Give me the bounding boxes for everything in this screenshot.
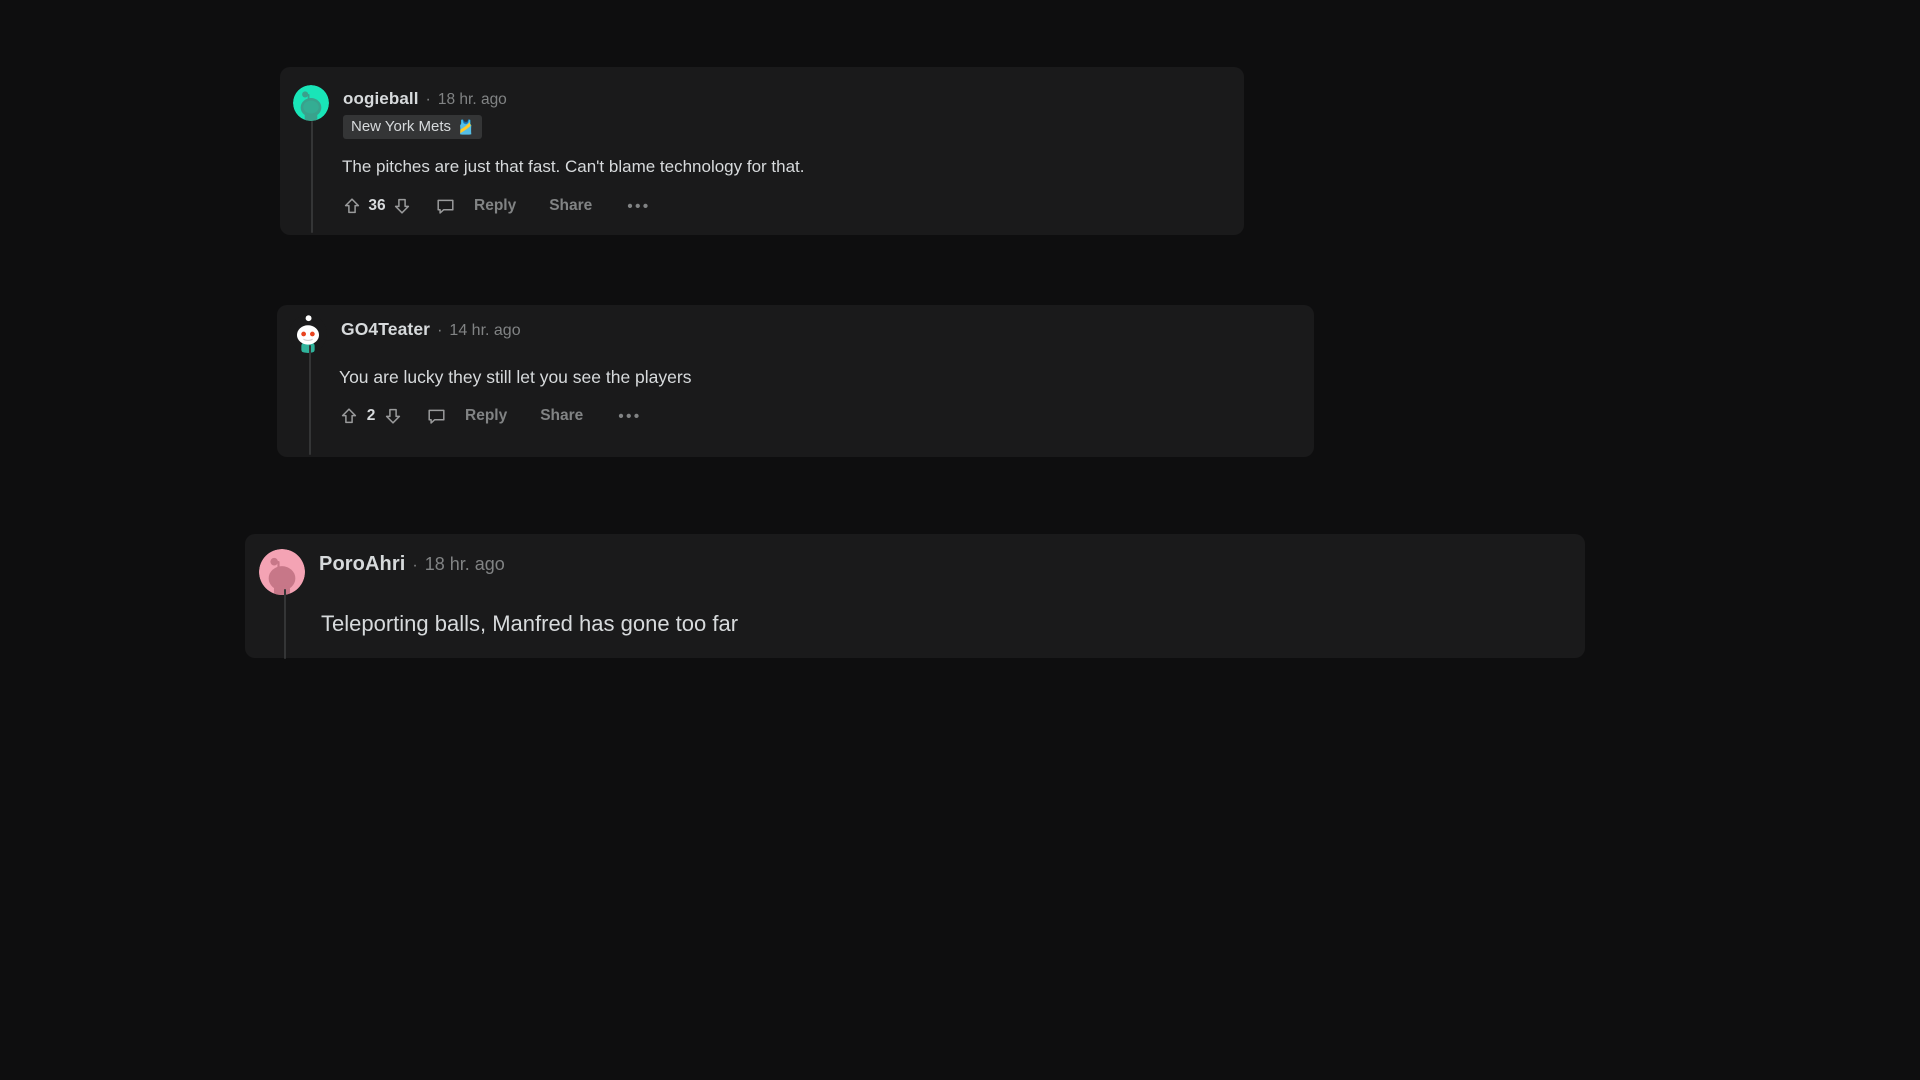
share-button[interactable]: Share (540, 407, 583, 425)
comment-action-bar: 2 Reply Share ••• (309, 390, 1314, 427)
comment-text: You are lucky they still let you see the… (339, 367, 692, 387)
comment-header: oogieball · 18 hr. ago New York Mets 🎽 (280, 67, 1244, 139)
comment-header: GO4Teater · 14 hr. ago (277, 305, 1314, 353)
thread-collapse-line[interactable] (311, 121, 313, 233)
overflow-menu-icon[interactable]: ••• (627, 198, 650, 215)
vote-score: 2 (366, 407, 376, 424)
author-line: oogieball · 18 hr. ago (343, 89, 507, 109)
username[interactable]: oogieball (343, 89, 419, 109)
comment-text: The pitches are just that fast. Can't bl… (342, 157, 805, 176)
thread-collapse-line[interactable] (309, 345, 311, 455)
comment-bubble-icon[interactable] (435, 196, 456, 217)
comment-meta: PoroAhri · 18 hr. ago (319, 549, 505, 576)
username[interactable]: GO4Teater (341, 319, 430, 340)
timestamp: 14 hr. ago (449, 322, 521, 339)
comment-meta: oogieball · 18 hr. ago New York Mets 🎽 (343, 85, 507, 139)
vote-group: 2 (339, 406, 403, 426)
comment-body-wrap: You are lucky they still let you see the… (309, 345, 1314, 455)
reddit-comment-thread: oogieball · 18 hr. ago New York Mets 🎽 T… (0, 0, 1920, 1080)
user-flair-badge: New York Mets 🎽 (343, 115, 483, 139)
timestamp: 18 hr. ago (437, 91, 507, 108)
snoo-avatar-pink[interactable] (259, 549, 305, 595)
comment-card-1[interactable]: oogieball · 18 hr. ago New York Mets 🎽 T… (280, 67, 1244, 235)
meta-separator: · (425, 91, 431, 108)
downvote-arrow-icon[interactable] (383, 406, 403, 426)
flair-emoji-icon: 🎽 (457, 118, 475, 135)
meta-separator: · (437, 322, 443, 339)
reply-button[interactable]: Reply (474, 197, 516, 215)
snoo-avatar-teal[interactable] (293, 85, 329, 121)
downvote-arrow-icon[interactable] (392, 196, 412, 216)
upvote-arrow-icon[interactable] (339, 406, 359, 426)
comment-bubble-icon[interactable] (426, 406, 447, 427)
share-button[interactable]: Share (549, 197, 592, 215)
comment-body-wrap: The pitches are just that fast. Can't bl… (311, 121, 1244, 233)
timestamp: 18 hr. ago (424, 554, 505, 574)
overflow-menu-icon[interactable]: ••• (618, 408, 641, 425)
comment-card-3[interactable]: PoroAhri · 18 hr. ago Teleporting balls,… (245, 534, 1585, 659)
snoo-avatar-white[interactable] (289, 315, 327, 353)
author-line: PoroAhri · 18 hr. ago (319, 553, 505, 576)
vote-group: 36 (342, 196, 412, 216)
username[interactable]: PoroAhri (319, 553, 405, 576)
comment-meta: GO4Teater · 14 hr. ago (341, 315, 521, 340)
comment-action-bar: 36 Reply Share ••• (311, 179, 1244, 217)
author-line: GO4Teater · 14 hr. ago (341, 319, 521, 340)
meta-separator: · (412, 557, 418, 574)
vote-score: 36 (368, 197, 386, 215)
upvote-arrow-icon[interactable] (342, 196, 362, 216)
comment-body-wrap: Teleporting balls, Manfred has gone too … (284, 589, 1585, 659)
reply-button[interactable]: Reply (465, 407, 507, 425)
thread-collapse-line[interactable] (284, 589, 286, 659)
comment-header: PoroAhri · 18 hr. ago (245, 534, 1585, 595)
comment-text: Teleporting balls, Manfred has gone too … (321, 611, 739, 636)
flair-label: New York Mets (351, 118, 452, 135)
comment-card-2[interactable]: GO4Teater · 14 hr. ago You are lucky the… (277, 305, 1314, 457)
